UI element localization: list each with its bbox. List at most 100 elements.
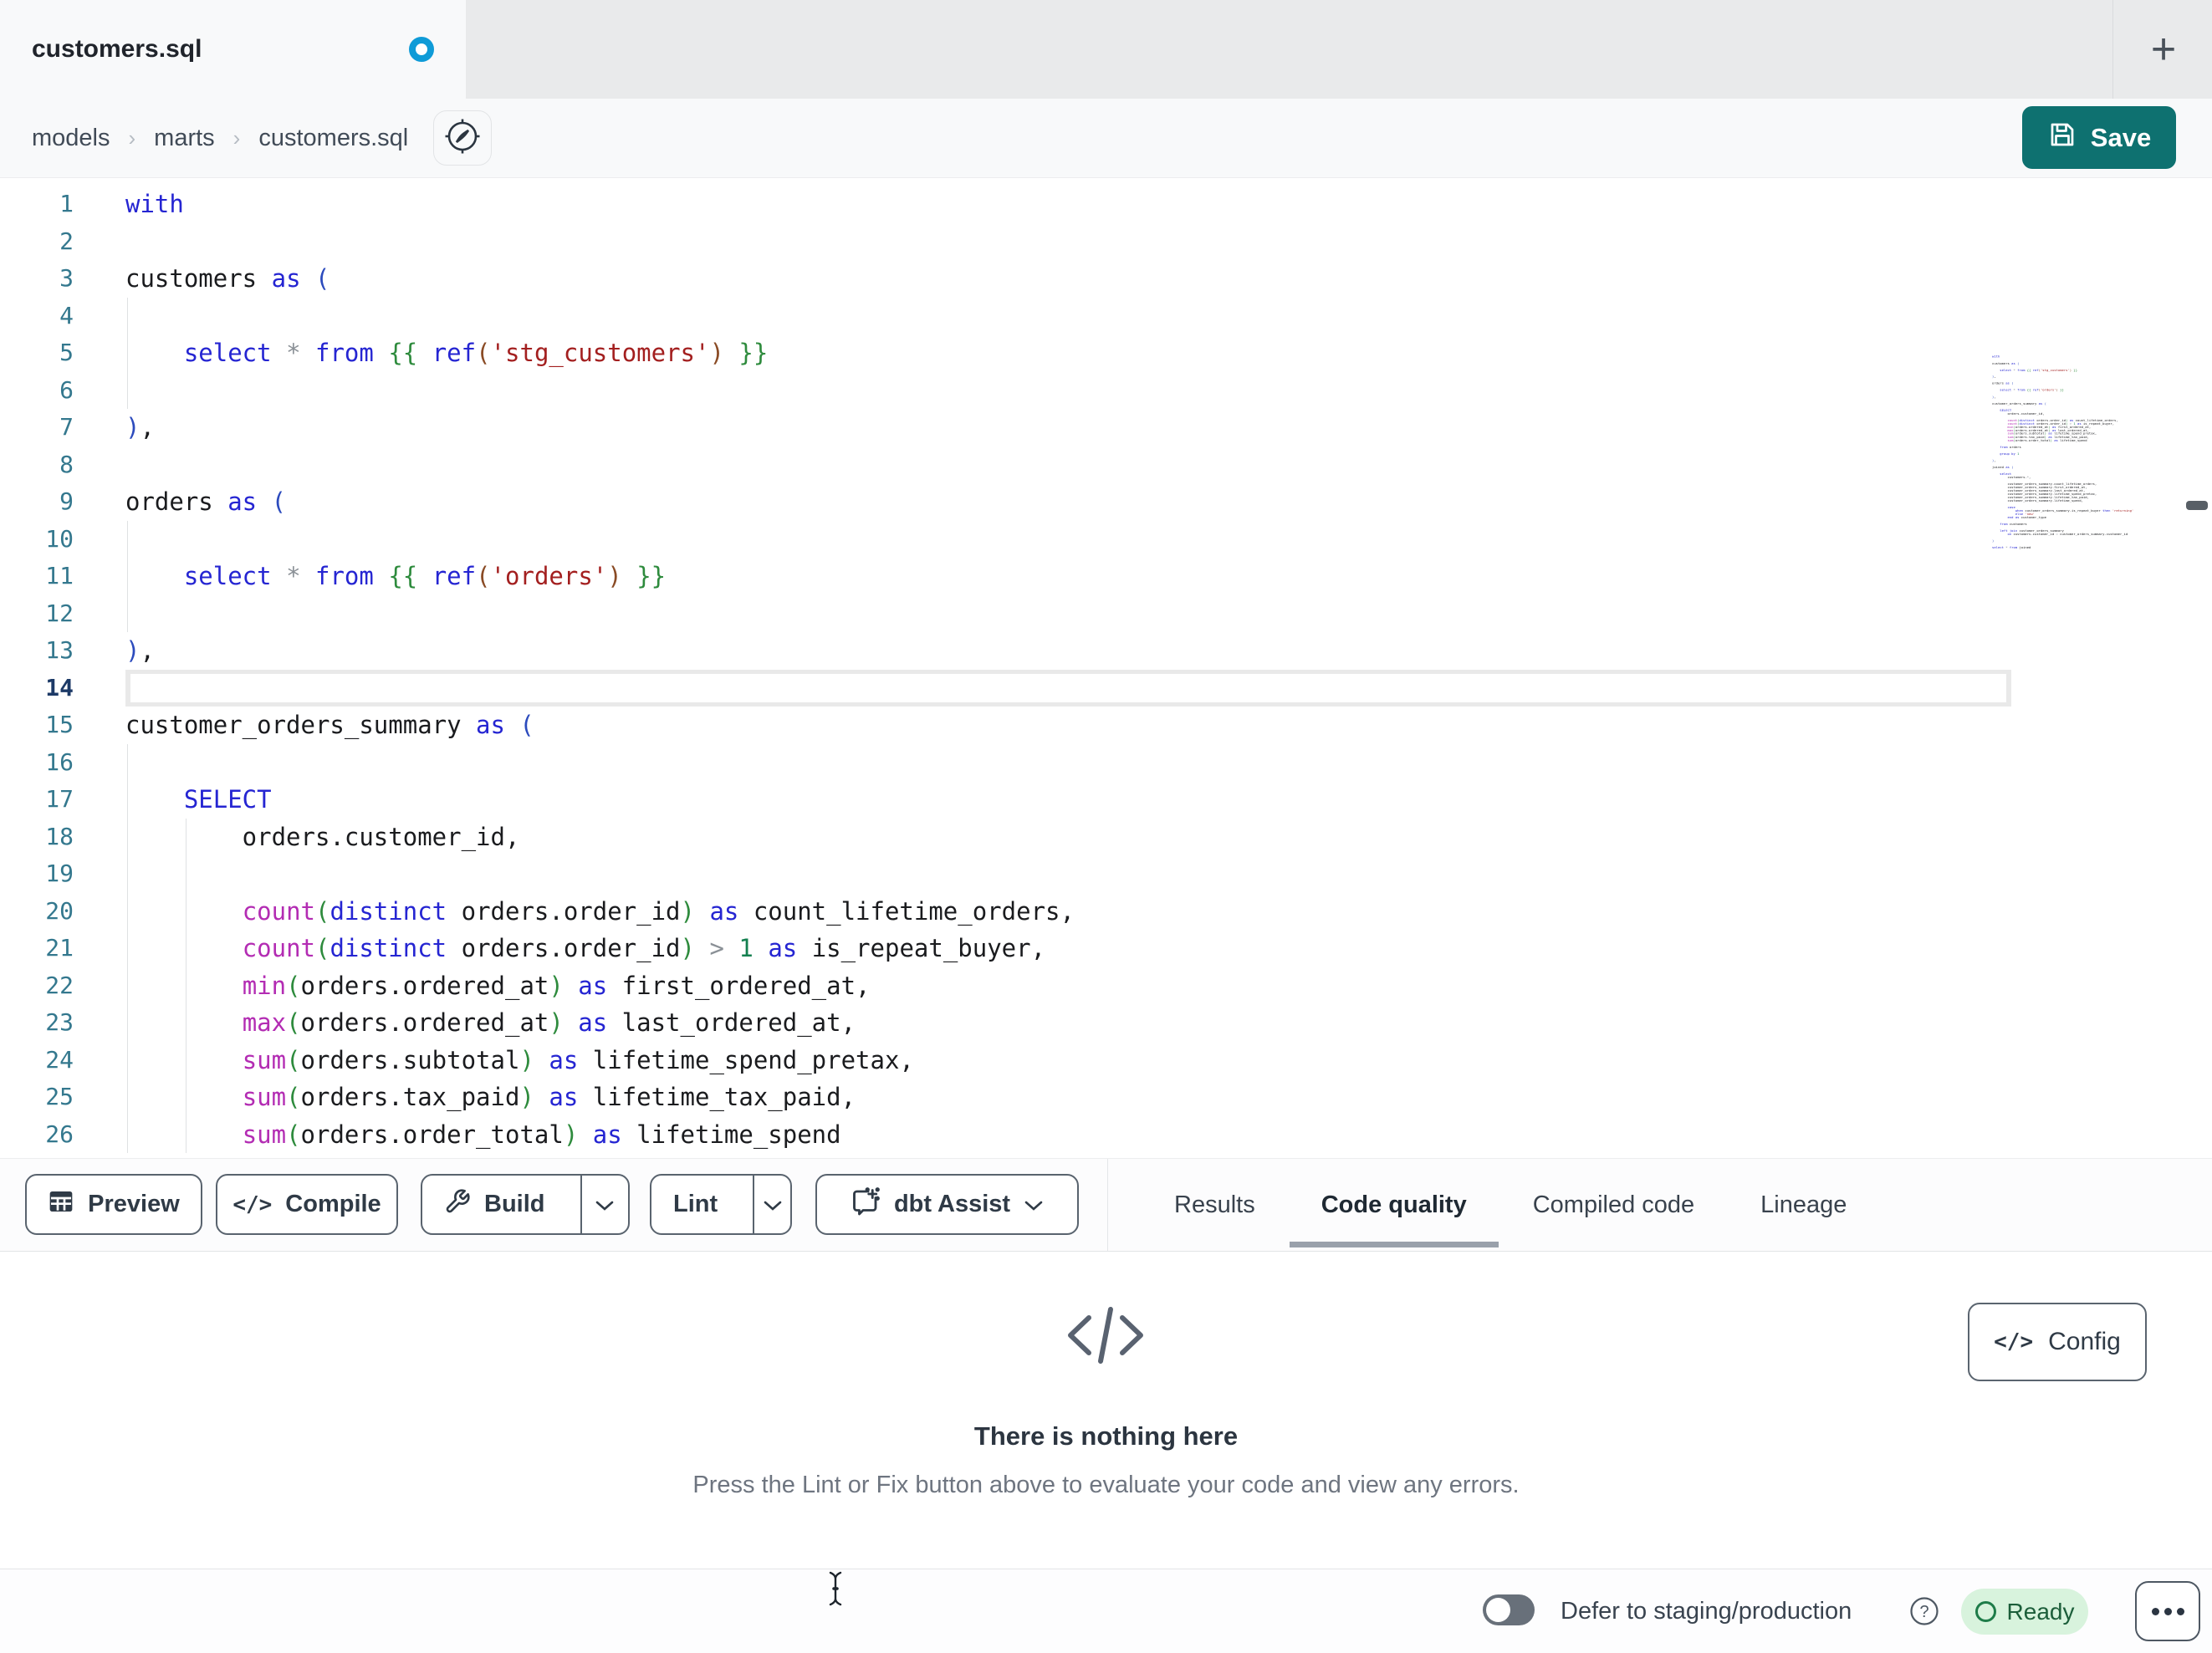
ibeam-mouse-cursor (824, 1569, 849, 1613)
dbt-assist-button[interactable]: dbt Assist (815, 1174, 1079, 1235)
line-number: 3 (59, 264, 74, 292)
open-in-explorer-button[interactable] (433, 110, 493, 166)
empty-state-title: There is nothing here (973, 1421, 1239, 1451)
more-options-button[interactable] (2135, 1581, 2200, 1641)
code-line[interactable]: 20 count(distinct orders.order_id) as co… (0, 893, 2212, 931)
editor-minimap[interactable]: with customers as ( select * from {{ ref… (1992, 355, 2168, 556)
code-line[interactable]: 10 (0, 521, 2212, 559)
assist-label: dbt Assist (893, 1191, 1011, 1217)
code-line[interactable]: 2 (0, 223, 2212, 261)
build-button[interactable]: Build (422, 1176, 567, 1233)
code-line[interactable]: 6 (0, 372, 2212, 410)
code-line[interactable]: 21 count(distinct orders.order_id) > 1 a… (0, 930, 2212, 967)
code-line[interactable]: 16 (0, 744, 2212, 782)
code-line[interactable]: 22 min(orders.ordered_at) as first_order… (0, 967, 2212, 1005)
line-number: 12 (45, 599, 74, 627)
code-line[interactable]: 15 customer_orders_summary as ( (0, 707, 2212, 744)
help-icon[interactable]: ? (1909, 1596, 1939, 1630)
tab-divider (2112, 0, 2113, 99)
tab-code-quality[interactable]: Code quality (1289, 1159, 1499, 1251)
line-number: 1 (59, 190, 74, 217)
line-number: 24 (45, 1045, 74, 1074)
breadcrumb-item[interactable]: customers.sql (258, 125, 408, 152)
code-line[interactable]: 12 (0, 595, 2212, 633)
code-line[interactable]: 18 orders.customer_id, (0, 819, 2212, 856)
preview-label: Preview (88, 1191, 180, 1217)
defer-label: Defer to staging/production (1561, 1598, 1852, 1625)
code-line[interactable]: 23 max(orders.ordered_at) as last_ordere… (0, 1004, 2212, 1042)
line-content: sum(orders.subtotal) as lifetime_spend_p… (242, 1045, 914, 1074)
code-line[interactable]: 13), (0, 632, 2212, 670)
code-line[interactable]: 11 select * from {{ ref('orders') }} (0, 558, 2212, 595)
code-slash-icon: </> (232, 1191, 273, 1217)
config-button[interactable]: </> Config (1968, 1303, 2147, 1381)
line-number: 15 (45, 711, 74, 738)
code-line[interactable]: 5 select * from {{ ref('stg_customers') … (0, 334, 2212, 372)
line-content: with (125, 190, 184, 218)
compile-button[interactable]: </> Compile (216, 1174, 398, 1235)
preview-button[interactable]: Preview (25, 1174, 202, 1235)
lint-split-button: Lint (650, 1174, 792, 1235)
line-content: SELECT (183, 785, 272, 814)
chevron-down-icon (595, 1191, 615, 1218)
code-quality-panel: There is nothing here Press the Lint or … (0, 1253, 2212, 1569)
line-content: orders as ( (125, 487, 287, 516)
status-badge[interactable]: Ready (1961, 1589, 2088, 1635)
code-line[interactable]: 26 sum(orders.order_total) as lifetime_s… (0, 1116, 2212, 1154)
file-tab[interactable]: customers.sql (0, 0, 466, 99)
defer-toggle[interactable] (1483, 1594, 1535, 1625)
code-line[interactable]: 7), (0, 409, 2212, 446)
line-number: 5 (59, 339, 74, 366)
line-content: count(distinct orders.order_id) > 1 as i… (242, 934, 1046, 962)
code-line[interactable]: 19 (0, 855, 2212, 893)
code-line[interactable]: 8 (0, 446, 2212, 484)
file-tab-title: customers.sql (32, 35, 202, 63)
line-number: 21 (45, 934, 74, 962)
line-number: 13 (45, 636, 74, 664)
scrollbar-thumb[interactable] (2186, 501, 2208, 510)
build-split-button: Build (421, 1174, 630, 1235)
plus-icon: + (2150, 25, 2177, 74)
lint-dropdown-button[interactable] (753, 1176, 790, 1233)
svg-text:?: ? (1919, 1603, 1928, 1621)
code-line-active[interactable]: 14 (0, 669, 2212, 707)
breadcrumb-separator: › (128, 125, 136, 151)
line-number: 9 (59, 487, 74, 515)
breadcrumb-separator: › (232, 125, 241, 151)
breadcrumb-item[interactable]: models (32, 125, 110, 152)
line-number: 20 (45, 896, 74, 925)
compile-label: Compile (285, 1191, 381, 1217)
code-line[interactable]: 3 customers as ( (0, 260, 2212, 298)
code-lines: 1 with 2 3 customers as (4 5 select * from {{… (0, 178, 2212, 1153)
code-line[interactable]: 25 sum(orders.tax_paid) as lifetime_tax_… (0, 1079, 2212, 1116)
code-editor[interactable]: 1 with 2 3 customers as (4 5 select * from {{… (0, 178, 2212, 1158)
code-line[interactable]: 24 sum(orders.subtotal) as lifetime_spen… (0, 1042, 2212, 1079)
code-slash-icon (1064, 1304, 1147, 1370)
tab-lineage[interactable]: Lineage (1760, 1159, 1847, 1251)
code-line[interactable]: 9 orders as ( (0, 483, 2212, 521)
tab-results[interactable]: Results (1174, 1159, 1255, 1251)
line-content: max(orders.ordered_at) as last_ordered_a… (242, 1008, 856, 1037)
toolbar-divider (1107, 1159, 1108, 1251)
result-tabs: Results Code quality Compiled code Lineage (1174, 1159, 1847, 1251)
editor-tab-bar: customers.sql + (0, 0, 2212, 99)
code-line[interactable]: 1 with (0, 186, 2212, 223)
code-line[interactable]: 17 SELECT (0, 781, 2212, 819)
line-number: 10 (45, 524, 74, 553)
lint-label: Lint (673, 1191, 718, 1217)
line-number: 8 (59, 450, 74, 478)
wrench-icon (444, 1188, 471, 1222)
breadcrumb-item[interactable]: marts (154, 125, 215, 152)
code-line[interactable]: 4 (0, 298, 2212, 335)
new-tab-button[interactable]: + (2138, 23, 2189, 75)
line-number: 25 (45, 1083, 74, 1110)
save-button[interactable]: Save (2022, 106, 2176, 169)
build-dropdown-button[interactable] (580, 1176, 629, 1233)
ready-circle-icon (1974, 1601, 1996, 1622)
line-number: 17 (45, 785, 74, 813)
line-number: 14 (45, 673, 74, 702)
toggle-knob (1486, 1598, 1510, 1622)
lint-button[interactable]: Lint (651, 1176, 739, 1233)
tab-compiled-code[interactable]: Compiled code (1533, 1159, 1694, 1251)
build-label: Build (484, 1191, 545, 1217)
